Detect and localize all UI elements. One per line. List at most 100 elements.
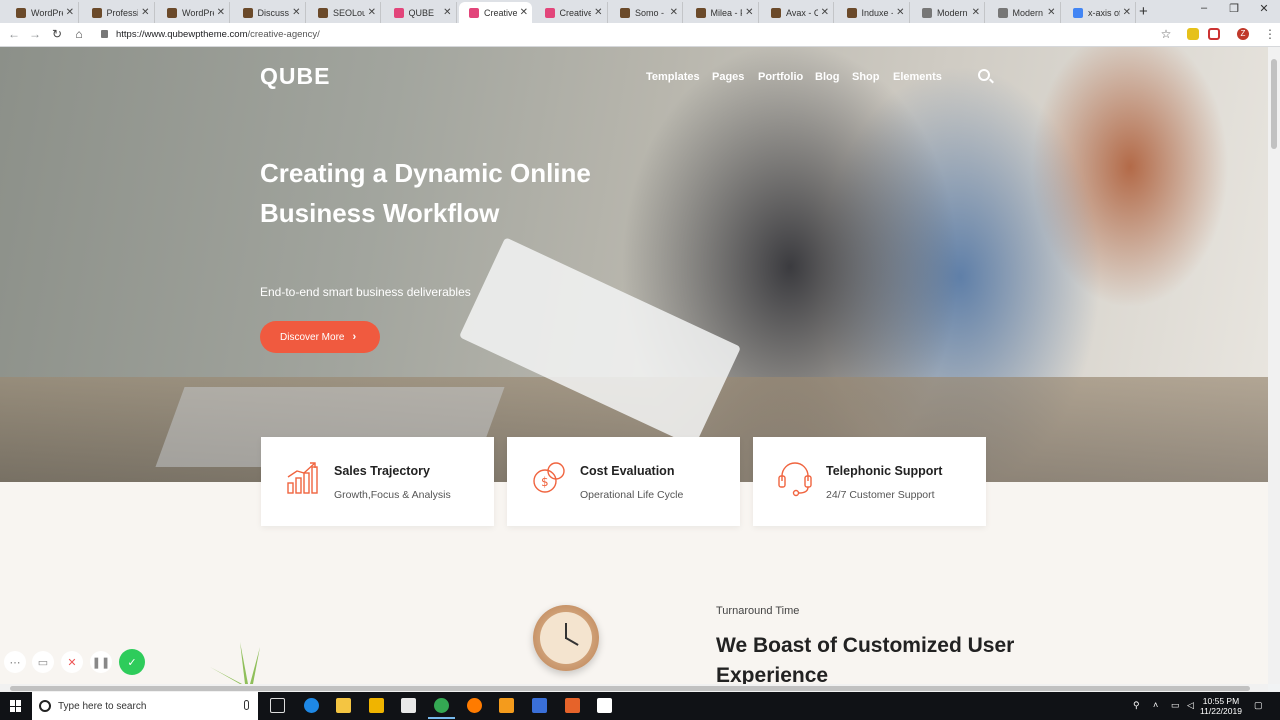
profile-avatar[interactable]: Z — [1237, 28, 1249, 40]
tab-title: Creative — [559, 7, 592, 18]
url-field[interactable]: https://www.qubewptheme.com/creative-age… — [116, 29, 320, 40]
nav-shop[interactable]: Shop — [852, 71, 880, 83]
browser-tab[interactable]: Discussi ✕ — [233, 2, 306, 23]
favicon-icon — [318, 7, 328, 18]
people-icon[interactable]: ⚲ — [1133, 700, 1140, 711]
recorder-more-button[interactable]: ⋯ — [4, 651, 26, 673]
hero-title: Creating a Dynamic Online Business Workf… — [260, 158, 591, 228]
favicon-icon — [997, 7, 1008, 18]
close-tab-icon[interactable]: ✕ — [443, 7, 451, 18]
close-tab-icon[interactable]: ✕ — [745, 7, 753, 18]
browser-tab[interactable]: Modern ✕ — [912, 2, 985, 23]
browser-tab[interactable]: Modern ✕ — [988, 2, 1061, 23]
browser-tab[interactable]: Avax - Cr✕ — [761, 2, 834, 23]
extension-icon[interactable] — [1187, 28, 1199, 40]
taskbar-search[interactable]: Type here to search — [32, 692, 258, 720]
extension-icon[interactable] — [1208, 28, 1220, 40]
browser-tab[interactable]: Creative ✕ — [459, 2, 532, 23]
close-tab-icon[interactable]: ✕ — [217, 7, 225, 18]
close-tab-icon[interactable]: ✕ — [1123, 7, 1131, 18]
close-tab-icon[interactable]: ✕ — [821, 7, 829, 18]
tab-title: Discussi — [257, 7, 290, 18]
close-tab-icon[interactable]: ✕ — [292, 7, 300, 18]
nav-elements[interactable]: Elements — [893, 71, 942, 83]
volume-icon[interactable]: ◁ — [1187, 700, 1194, 711]
clock-image — [533, 605, 599, 671]
close-tab-icon[interactable]: ✕ — [368, 7, 376, 18]
app-icon[interactable] — [565, 698, 580, 713]
clock-time: 10:55 PM — [1202, 696, 1240, 706]
close-tab-icon[interactable]: ✕ — [594, 7, 602, 18]
recorder-cancel-button[interactable]: ✕ — [61, 651, 83, 673]
edge-icon[interactable] — [304, 698, 319, 713]
sticky-notes-icon[interactable] — [597, 698, 612, 713]
browser-tab[interactable]: WordPre✕ — [157, 2, 230, 23]
close-tab-icon[interactable]: ✕ — [972, 7, 980, 18]
nav-portfolio[interactable]: Portfolio — [758, 71, 803, 83]
favicon-icon — [242, 7, 253, 18]
web-page: QUBE Templates Pages Portfolio Blog Shop… — [0, 47, 1268, 684]
close-tab-icon[interactable]: ✕ — [141, 7, 149, 18]
windows-start-icon[interactable] — [10, 700, 22, 712]
nav-pages[interactable]: Pages — [712, 71, 744, 83]
system-clock[interactable]: 10:55 PM 11/22/2019 — [1196, 696, 1246, 716]
browser-tab[interactable]: x-axis of ✕ — [1063, 2, 1136, 23]
network-icon[interactable]: ▭ — [1171, 700, 1180, 711]
browser-tab[interactable]: Creative ✕ — [535, 2, 608, 23]
browser-tab[interactable]: Induxe - ✕ — [837, 2, 910, 23]
tab-title: Milea - F — [710, 7, 743, 18]
chrome-icon[interactable] — [428, 698, 455, 719]
nav-templates[interactable]: Templates — [646, 71, 700, 83]
lock-icon — [101, 30, 108, 38]
browser-tab[interactable]: Somo - C✕ — [610, 2, 683, 23]
recorder-camera-icon[interactable]: ▭ — [32, 651, 54, 673]
home-button[interactable]: ⌂ — [71, 27, 87, 41]
close-window-button[interactable]: ✕ — [1254, 2, 1274, 15]
sublime-icon[interactable] — [499, 698, 514, 713]
recorder-pause-button[interactable]: ❚❚ — [90, 651, 112, 673]
tab-title: Modern — [1012, 7, 1044, 18]
new-tab-button[interactable]: + — [1139, 3, 1148, 20]
nav-blog[interactable]: Blog — [815, 71, 839, 83]
feature-card-sales[interactable]: Sales Trajectory Growth,Focus & Analysis — [261, 437, 494, 526]
tray-chevron-icon[interactable]: ˄ — [1153, 700, 1158, 710]
close-tab-icon[interactable]: ✕ — [1047, 7, 1055, 18]
store-icon[interactable] — [369, 698, 384, 713]
recorder-done-button[interactable]: ✓ — [119, 649, 145, 675]
reload-button[interactable]: ↻ — [49, 27, 65, 41]
close-tab-icon[interactable]: ✕ — [520, 7, 528, 18]
browser-tab[interactable]: WordPre✕ — [6, 2, 79, 23]
taskbar-search-input[interactable]: Type here to search — [58, 701, 146, 712]
mail-icon[interactable] — [401, 698, 416, 713]
browser-tab[interactable]: SEOLoun✕ — [308, 2, 381, 23]
horizontal-scrollbar[interactable] — [0, 684, 1268, 692]
tab-title: QUBE — [408, 7, 435, 18]
browser-tab[interactable]: QUBE ✕ — [384, 2, 457, 23]
menu-icon[interactable]: ⋮ — [1262, 27, 1278, 41]
feature-card-cost[interactable]: $ Cost Evaluation Operational Life Cycle — [507, 437, 740, 526]
close-tab-icon[interactable]: ✕ — [896, 7, 904, 18]
discover-more-button[interactable]: Discover More › — [260, 321, 380, 353]
notifications-icon[interactable]: ▢ — [1254, 700, 1263, 711]
browser-tab[interactable]: Professio✕ — [82, 2, 155, 23]
taskbar: Type here to search ⚲ ˄ ▭ ◁ 10:55 PM 11/… — [0, 692, 1280, 720]
back-button[interactable]: ← — [6, 27, 22, 41]
tab-title: SEOLoun — [333, 7, 365, 18]
bookmark-star-icon[interactable]: ☆ — [1158, 27, 1174, 41]
browser-tab[interactable]: Milea - F ✕ — [686, 2, 759, 23]
site-logo[interactable]: QUBE — [260, 63, 330, 90]
close-tab-icon[interactable]: ✕ — [670, 7, 678, 18]
minimize-button[interactable]: – — [1194, 2, 1214, 14]
restore-button[interactable]: ❐ — [1224, 2, 1244, 15]
file-explorer-icon[interactable] — [336, 698, 351, 713]
coins-icon: $ — [533, 462, 565, 493]
task-view-icon[interactable] — [270, 698, 285, 713]
search-icon[interactable] — [978, 69, 990, 81]
feature-card-support[interactable]: Telephonic Support 24/7 Customer Support — [753, 437, 986, 526]
vertical-scrollbar[interactable] — [1268, 47, 1280, 684]
app-icon[interactable] — [532, 698, 547, 713]
microphone-icon[interactable] — [244, 700, 249, 710]
firefox-icon[interactable] — [467, 698, 482, 713]
close-tab-icon[interactable]: ✕ — [66, 7, 74, 18]
forward-button[interactable]: → — [27, 27, 43, 41]
